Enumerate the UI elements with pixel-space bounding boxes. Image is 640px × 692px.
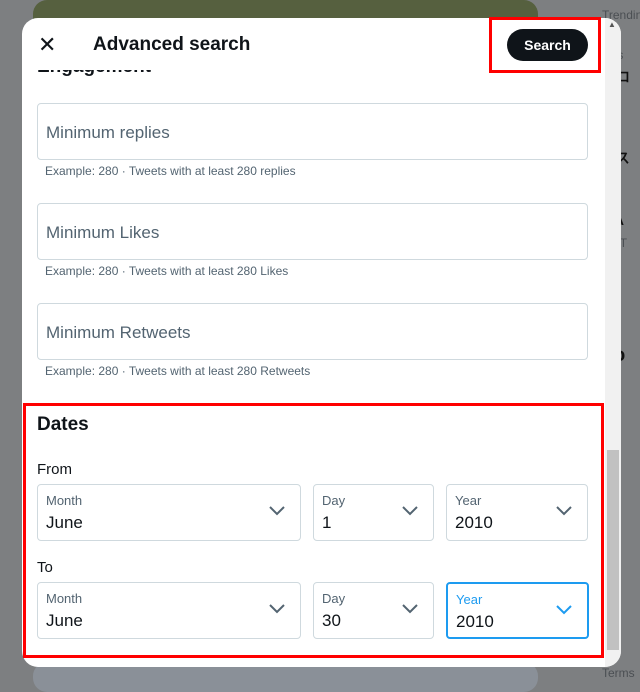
min-replies-input[interactable]: Minimum replies [37, 103, 588, 160]
highlight-dates-section [23, 403, 604, 658]
min-retweets-hint: Example: 280 · Tweets with at least 280 … [45, 364, 311, 378]
scroll-up-arrow-icon[interactable]: ▲ [608, 20, 616, 29]
modal-title: Advanced search [93, 34, 251, 55]
scrollbar-thumb[interactable] [607, 450, 619, 650]
highlight-search-button [489, 17, 601, 73]
close-icon[interactable]: ✕ [38, 34, 58, 56]
bg-text: Terms [602, 666, 635, 680]
min-likes-hint: Example: 280 · Tweets with at least 280 … [45, 264, 289, 278]
engagement-heading: Engagement [37, 56, 152, 77]
min-replies-hint: Example: 280 · Tweets with at least 280 … [45, 164, 296, 178]
min-retweets-input[interactable]: Minimum Retweets [37, 303, 588, 360]
min-likes-input[interactable]: Minimum Likes [37, 203, 588, 260]
